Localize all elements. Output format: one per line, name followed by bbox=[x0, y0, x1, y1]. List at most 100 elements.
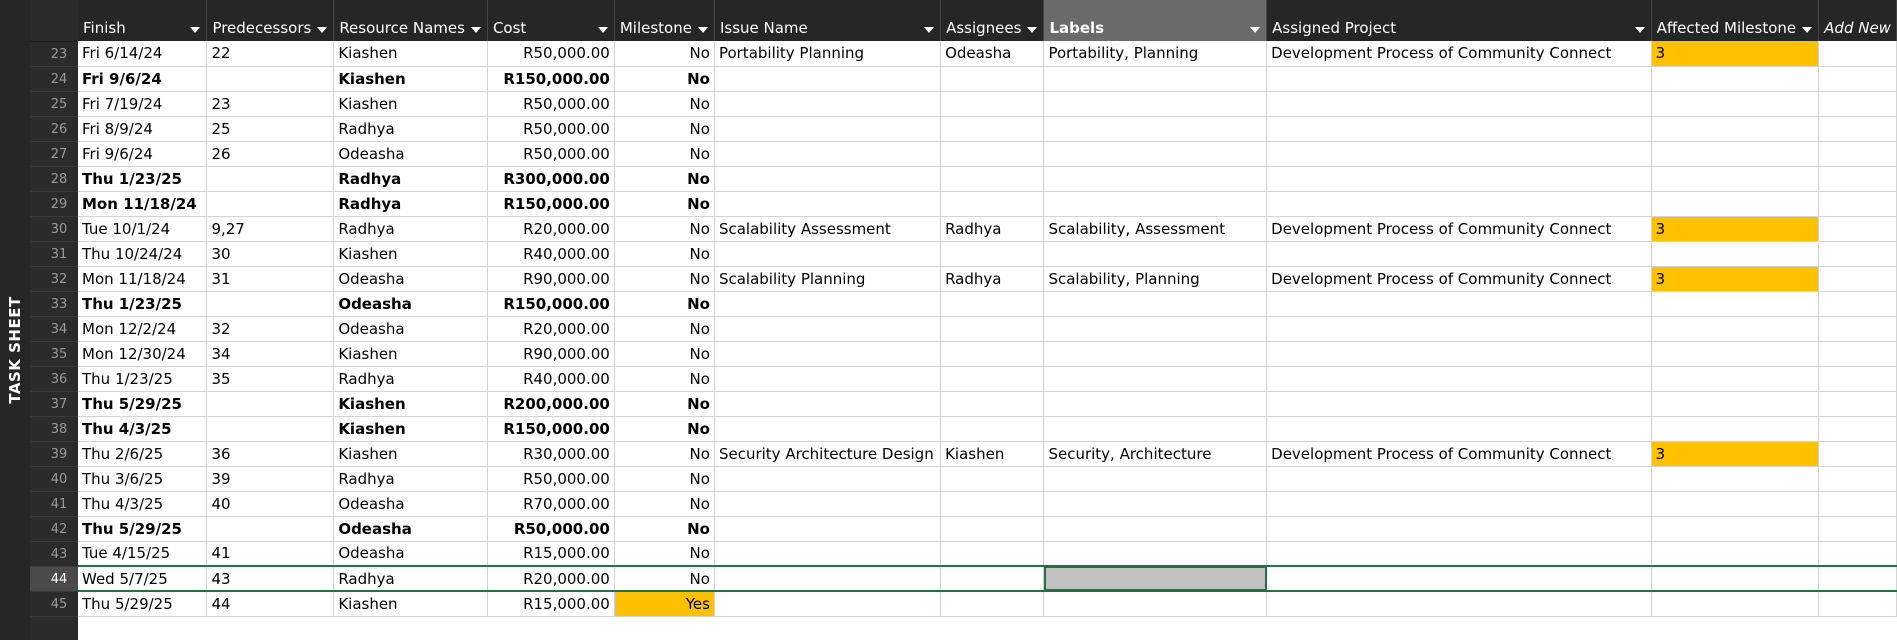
add-new-cell[interactable] bbox=[1818, 565, 1897, 592]
affected-milestone-cell[interactable] bbox=[1651, 141, 1820, 167]
column-header-milestone[interactable]: Milestone bbox=[614, 0, 715, 41]
add-new-cell[interactable] bbox=[1818, 516, 1897, 542]
resource-names-cell[interactable]: Odeasha bbox=[333, 516, 488, 542]
finish-cell[interactable]: Thu 3/6/25 bbox=[78, 466, 208, 492]
resource-names-cell[interactable]: Radhya bbox=[333, 191, 488, 217]
assigned-project-cell[interactable] bbox=[1266, 541, 1652, 567]
table-row[interactable]: Thu 4/3/25 Kiashen R150,000.00 No bbox=[78, 416, 1897, 442]
row-number[interactable]: 44 bbox=[30, 567, 78, 592]
row-number[interactable]: 24 bbox=[30, 67, 78, 92]
finish-cell[interactable]: Tue 10/1/24 bbox=[78, 216, 208, 242]
table-row[interactable]: Fri 9/6/24 Kiashen R150,000.00 No bbox=[78, 66, 1897, 92]
finish-cell[interactable]: Mon 11/18/24 bbox=[78, 191, 208, 217]
labels-cell[interactable]: Portability, Planning bbox=[1043, 41, 1268, 67]
resource-names-cell[interactable]: Kiashen bbox=[333, 391, 488, 417]
assignees-cell[interactable] bbox=[940, 516, 1045, 542]
dropdown-arrow-icon[interactable] bbox=[1634, 27, 1645, 33]
add-new-cell[interactable] bbox=[1818, 116, 1897, 142]
add-new-cell[interactable] bbox=[1818, 141, 1897, 167]
affected-milestone-cell[interactable] bbox=[1651, 565, 1820, 592]
issue-name-cell[interactable] bbox=[714, 316, 942, 342]
assignees-cell[interactable]: Kiashen bbox=[940, 441, 1045, 467]
labels-cell[interactable] bbox=[1043, 166, 1268, 192]
issue-name-cell[interactable] bbox=[714, 565, 942, 592]
affected-milestone-cell[interactable] bbox=[1651, 591, 1820, 617]
milestone-cell[interactable]: No bbox=[614, 41, 715, 67]
finish-cell[interactable]: Wed 5/7/25 bbox=[78, 565, 208, 592]
issue-name-cell[interactable] bbox=[714, 366, 942, 392]
row-number[interactable]: 25 bbox=[30, 92, 78, 117]
assigned-project-cell[interactable] bbox=[1266, 116, 1652, 142]
assigned-project-cell[interactable] bbox=[1266, 366, 1652, 392]
finish-cell[interactable]: Thu 5/29/25 bbox=[78, 591, 208, 617]
milestone-cell[interactable]: Yes bbox=[614, 591, 715, 617]
resource-names-cell[interactable]: Odeasha bbox=[333, 316, 488, 342]
predecessors-cell[interactable]: 9,27 bbox=[206, 216, 335, 242]
resource-names-cell[interactable]: Kiashen bbox=[333, 91, 488, 117]
column-header-assigned-project[interactable]: Assigned Project bbox=[1266, 0, 1652, 41]
issue-name-cell[interactable] bbox=[714, 241, 942, 267]
add-new-cell[interactable] bbox=[1818, 266, 1897, 292]
finish-cell[interactable]: Mon 11/18/24 bbox=[78, 266, 208, 292]
issue-name-cell[interactable]: Scalability Assessment bbox=[714, 216, 942, 242]
issue-name-cell[interactable]: Scalability Planning bbox=[714, 266, 942, 292]
issue-name-cell[interactable] bbox=[714, 166, 942, 192]
dropdown-arrow-icon[interactable] bbox=[1027, 27, 1038, 33]
affected-milestone-cell[interactable] bbox=[1651, 116, 1820, 142]
cost-cell[interactable]: R90,000.00 bbox=[487, 341, 615, 367]
cost-cell[interactable]: R50,000.00 bbox=[487, 91, 615, 117]
milestone-cell[interactable]: No bbox=[614, 565, 715, 592]
predecessors-cell[interactable]: 35 bbox=[206, 366, 335, 392]
labels-cell[interactable]: Security, Architecture bbox=[1043, 441, 1268, 467]
milestone-cell[interactable]: No bbox=[614, 116, 715, 142]
cost-cell[interactable]: R150,000.00 bbox=[487, 416, 615, 442]
predecessors-cell[interactable]: 44 bbox=[206, 591, 335, 617]
row-number[interactable]: 31 bbox=[30, 242, 78, 267]
milestone-cell[interactable]: No bbox=[614, 316, 715, 342]
predecessors-cell[interactable]: 39 bbox=[206, 466, 335, 492]
predecessors-cell[interactable] bbox=[206, 66, 335, 92]
cost-cell[interactable]: R50,000.00 bbox=[487, 116, 615, 142]
predecessors-cell[interactable] bbox=[206, 416, 335, 442]
assignees-cell[interactable] bbox=[940, 66, 1045, 92]
dropdown-arrow-icon[interactable] bbox=[317, 27, 328, 33]
affected-milestone-cell[interactable] bbox=[1651, 241, 1820, 267]
predecessors-cell[interactable]: 25 bbox=[206, 116, 335, 142]
resource-names-cell[interactable]: Odeasha bbox=[333, 541, 488, 567]
milestone-cell[interactable]: No bbox=[614, 491, 715, 517]
cost-cell[interactable]: R70,000.00 bbox=[487, 491, 615, 517]
add-new-cell[interactable] bbox=[1818, 216, 1897, 242]
predecessors-cell[interactable] bbox=[206, 291, 335, 317]
table-row[interactable]: Thu 4/3/25 40 Odeasha R70,000.00 No bbox=[78, 491, 1897, 517]
table-row[interactable]: Mon 12/2/24 32 Odeasha R20,000.00 No bbox=[78, 316, 1897, 342]
column-header-labels[interactable]: Labels bbox=[1043, 0, 1268, 41]
table-row[interactable]: Mon 11/18/24 Radhya R150,000.00 No bbox=[78, 191, 1897, 217]
cost-cell[interactable]: R50,000.00 bbox=[487, 466, 615, 492]
table-row[interactable]: Fri 6/14/24 22 Kiashen R50,000.00 No Portabil… bbox=[78, 41, 1897, 67]
assigned-project-cell[interactable]: Development Process of Community Connect bbox=[1266, 441, 1652, 467]
resource-names-cell[interactable]: Kiashen bbox=[333, 41, 488, 67]
view-bar[interactable]: TASK SHEET bbox=[0, 0, 30, 640]
predecessors-cell[interactable] bbox=[206, 191, 335, 217]
add-new-cell[interactable] bbox=[1818, 416, 1897, 442]
assignees-cell[interactable] bbox=[940, 366, 1045, 392]
finish-cell[interactable]: Thu 1/23/25 bbox=[78, 366, 208, 392]
row-number[interactable]: 45 bbox=[30, 592, 78, 617]
affected-milestone-cell[interactable] bbox=[1651, 91, 1820, 117]
labels-cell[interactable] bbox=[1043, 91, 1268, 117]
dropdown-arrow-icon[interactable] bbox=[924, 27, 935, 33]
issue-name-cell[interactable] bbox=[714, 91, 942, 117]
assignees-cell[interactable] bbox=[940, 565, 1045, 592]
issue-name-cell[interactable] bbox=[714, 466, 942, 492]
predecessors-cell[interactable]: 36 bbox=[206, 441, 335, 467]
cost-cell[interactable]: R15,000.00 bbox=[487, 541, 615, 567]
cost-cell[interactable]: R300,000.00 bbox=[487, 166, 615, 192]
resource-names-cell[interactable]: Radhya bbox=[333, 216, 488, 242]
predecessors-cell[interactable] bbox=[206, 166, 335, 192]
affected-milestone-cell[interactable] bbox=[1651, 541, 1820, 567]
resource-names-cell[interactable]: Kiashen bbox=[333, 241, 488, 267]
finish-cell[interactable]: Fri 7/19/24 bbox=[78, 91, 208, 117]
issue-name-cell[interactable] bbox=[714, 116, 942, 142]
affected-milestone-cell[interactable] bbox=[1651, 191, 1820, 217]
assigned-project-cell[interactable] bbox=[1266, 416, 1652, 442]
